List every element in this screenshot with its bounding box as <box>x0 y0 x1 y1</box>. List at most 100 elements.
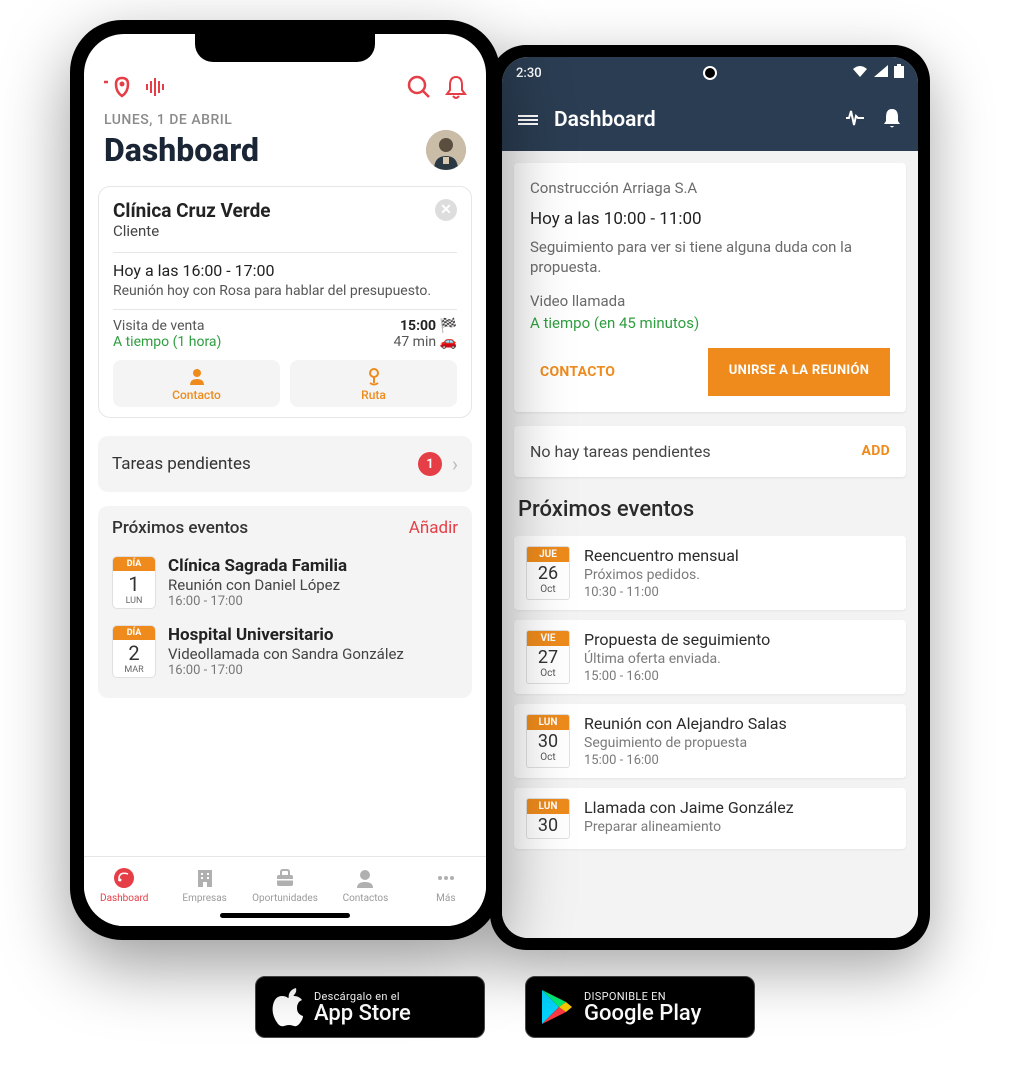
event-time: 15:00 - 16:00 <box>584 669 894 684</box>
events-section-title: Próximos eventos <box>518 497 902 522</box>
route-button[interactable]: Ruta <box>290 360 457 407</box>
event-time: 15:00 - 16:00 <box>584 753 894 768</box>
google-play-icon <box>540 988 574 1026</box>
event-row[interactable]: DÍA 1 LUN Clínica Sagrada Familia Reunió… <box>112 548 458 617</box>
event-time: 10:30 - 11:00 <box>584 585 894 600</box>
close-icon[interactable]: ✕ <box>435 199 457 221</box>
avatar[interactable] <box>426 130 466 170</box>
contacts-icon <box>353 866 377 890</box>
iphone-notch <box>195 34 375 62</box>
chevron-right-icon: › <box>452 452 458 476</box>
companies-icon <box>193 866 217 890</box>
add-event-button[interactable]: Añadir <box>409 518 458 538</box>
google-play-badge[interactable]: DISPONIBLE EN Google Play <box>525 976 755 1038</box>
event-date: DÍA 1 LUN <box>112 556 156 609</box>
event-sub: Videollamada con Sandra González <box>168 645 458 663</box>
event-date: LUN 30 Oct <box>526 714 570 768</box>
event-sub: Última oferta enviada. <box>584 651 894 667</box>
date-label: LUNES, 1 DE ABRIL <box>84 106 486 128</box>
apple-icon <box>270 987 304 1027</box>
event-sub: Preparar alineamiento <box>584 819 894 835</box>
android-camera-punch <box>703 66 717 80</box>
event-sub: Seguimiento de propuesta <box>584 735 894 751</box>
event-row[interactable]: JUE 26 Oct Reencuentro mensual Próximos … <box>514 536 906 610</box>
search-icon[interactable] <box>406 74 432 100</box>
ios-event-card[interactable]: Clínica Cruz Verde Cliente ✕ Hoy a las 1… <box>98 186 472 418</box>
android-event-card[interactable]: Construcción Arriaga S.A Hoy a las 10:00… <box>514 163 906 412</box>
event-title: Clínica Sagrada Familia <box>168 556 458 576</box>
event-title: Reunión con Alejandro Salas <box>584 714 894 733</box>
client-name: Clínica Cruz Verde <box>113 199 271 222</box>
tab-opportunities[interactable]: Oportunidades <box>245 857 325 912</box>
pending-tasks-row[interactable]: Tareas pendientes 1 › <box>98 436 472 492</box>
events-section-title: Próximos eventos <box>112 518 248 538</box>
event-time: 16:00 - 17:00 <box>168 663 458 678</box>
android-statusbar: 2:30 <box>502 57 918 89</box>
home-indicator <box>220 913 350 918</box>
dashboard-icon <box>112 866 136 890</box>
battery-icon <box>894 64 904 82</box>
events-section: Próximos eventos Añadir DÍA 1 LUN Clínic… <box>98 506 472 698</box>
signal-icon <box>874 65 888 81</box>
hamburger-icon[interactable] <box>518 113 538 127</box>
event-date: DÍA 2 MAR <box>112 625 156 678</box>
pending-count: 1 <box>418 452 442 476</box>
event-time: Hoy a las 16:00 - 17:00 <box>113 261 457 280</box>
android-header: Dashboard <box>502 89 918 151</box>
event-row[interactable]: LUN 30 Oct Reunión con Alejandro Salas S… <box>514 704 906 778</box>
wifi-icon <box>852 65 868 81</box>
person-icon <box>187 366 207 386</box>
more-icon <box>434 866 458 890</box>
pulse-icon[interactable] <box>144 77 170 97</box>
android-time: 2:30 <box>516 66 542 81</box>
page-title: Dashboard <box>554 108 828 132</box>
event-time: 16:00 - 17:00 <box>168 594 458 609</box>
event-desc: Reunión hoy con Rosa para hablar del pre… <box>113 283 457 299</box>
event-title: Propuesta de seguimiento <box>584 630 894 649</box>
opportunities-icon <box>273 866 297 890</box>
android-phone: 2:30 Dashboard <box>490 45 930 950</box>
app-store-badge[interactable]: Descárgalo en el App Store <box>255 976 485 1038</box>
contact-button[interactable]: CONTACTO <box>530 348 696 396</box>
contact-button[interactable]: Contacto <box>113 360 280 407</box>
tab-contacts[interactable]: Contactos <box>325 857 405 912</box>
add-button[interactable]: ADD <box>861 443 890 459</box>
google-play-bot: Google Play <box>584 1003 701 1025</box>
event-date: LUN 30 <box>526 798 570 839</box>
bell-icon[interactable] <box>882 107 902 133</box>
event-row[interactable]: VIE 27 Oct Propuesta de seguimiento Últi… <box>514 620 906 694</box>
visit-type: Visita de venta <box>113 318 204 334</box>
travel-time: 47 min <box>393 334 436 350</box>
tab-companies[interactable]: Empresas <box>164 857 244 912</box>
logo-icon[interactable] <box>102 74 132 100</box>
event-date: VIE 27 Oct <box>526 630 570 684</box>
event-row[interactable]: DÍA 2 MAR Hospital Universitario Videoll… <box>112 617 458 686</box>
event-title: Llamada con Jaime González <box>584 798 894 817</box>
app-store-bot: App Store <box>314 1003 411 1025</box>
event-sub: Próximos pedidos. <box>584 567 894 583</box>
event-desc: Seguimiento para ver si tiene alguna dud… <box>530 237 890 278</box>
car-icon: 🚗 <box>440 334 457 350</box>
event-title: Hospital Universitario <box>168 625 458 645</box>
bell-icon[interactable] <box>444 74 468 100</box>
page-title: Dashboard <box>104 131 259 169</box>
join-meeting-button[interactable]: UNIRSE A LA REUNIÓN <box>708 348 890 396</box>
event-row[interactable]: LUN 30 Llamada con Jaime González Prepar… <box>514 788 906 849</box>
iphone: LUNES, 1 DE ABRIL Dashboard Clínica Cruz… <box>70 20 500 940</box>
tab-more[interactable]: Más <box>406 857 486 912</box>
leave-time: 15:00 <box>400 318 436 334</box>
client-type: Cliente <box>113 222 271 240</box>
client-name: Construcción Arriaga S.A <box>530 179 890 197</box>
pending-label: No hay tareas pendientes <box>530 442 711 461</box>
event-type: Video llamada <box>530 292 890 310</box>
event-status: A tiempo (1 hora) <box>113 334 221 350</box>
tab-dashboard[interactable]: Dashboard <box>84 857 164 912</box>
pending-label: Tareas pendientes <box>112 454 408 474</box>
event-date: JUE 26 Oct <box>526 546 570 600</box>
event-status: A tiempo (en 45 minutos) <box>530 314 890 332</box>
pulse-icon[interactable] <box>844 108 866 132</box>
pending-tasks-row[interactable]: No hay tareas pendientes ADD <box>514 426 906 477</box>
event-title: Reencuentro mensual <box>584 546 894 565</box>
event-time: Hoy a las 10:00 - 11:00 <box>530 209 890 229</box>
event-sub: Reunión con Daniel López <box>168 576 458 594</box>
